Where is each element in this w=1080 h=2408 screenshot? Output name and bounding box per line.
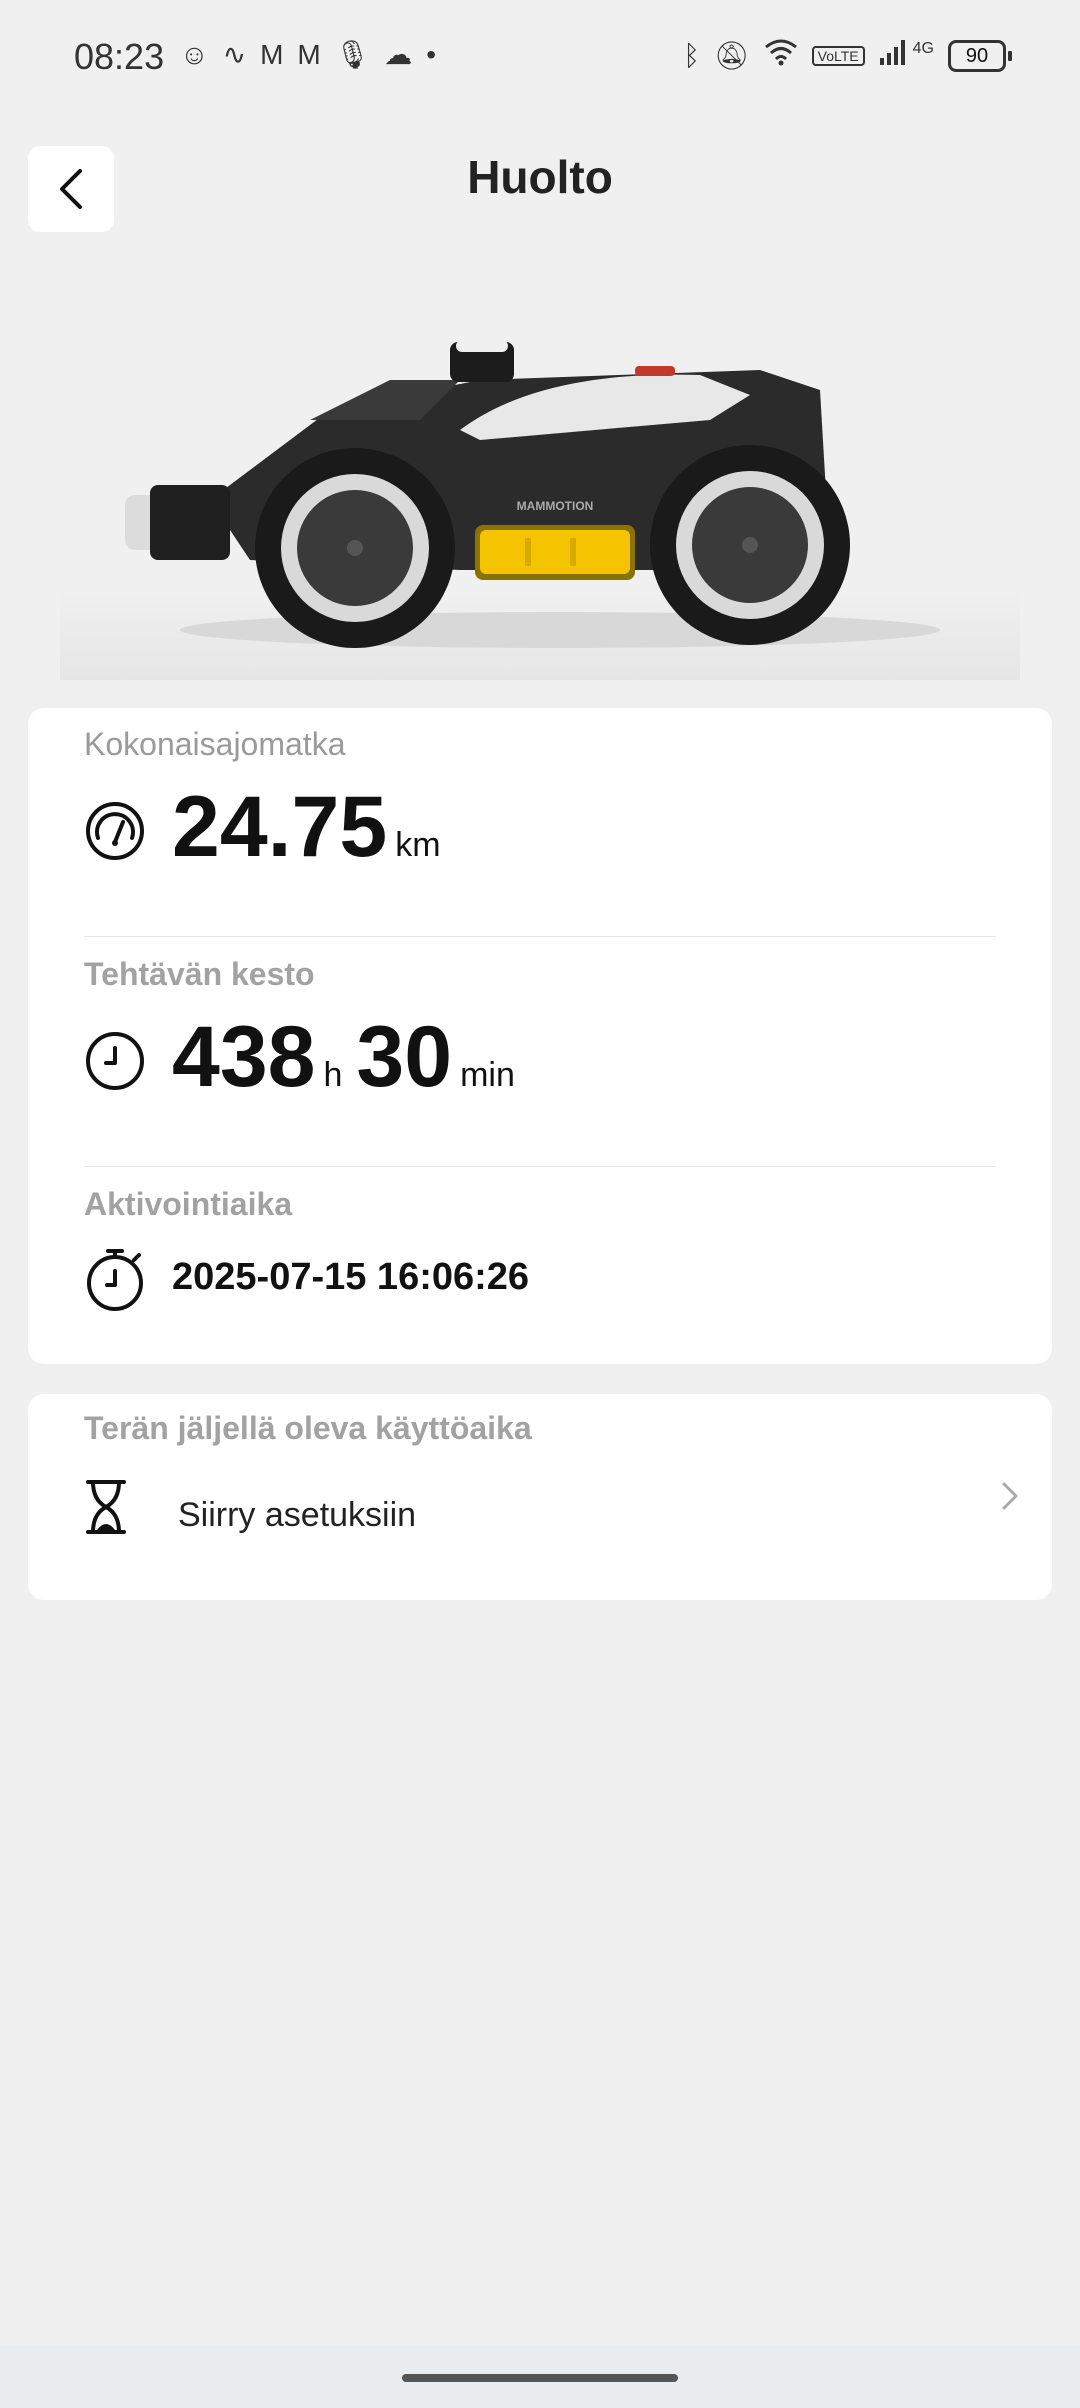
duration-row: 438 h 30 min	[172, 1008, 529, 1107]
status-time: 08:23	[74, 36, 165, 77]
wifi-icon	[764, 38, 798, 73]
dot-icon: •	[426, 39, 437, 70]
clock-icon	[84, 1030, 146, 1097]
blade-remaining-label: Terän jäljellä oleva käyttöaika	[84, 1410, 532, 1446]
notification-icons: ☺ ∿ M M 🎙︎ ☁ •	[180, 40, 436, 70]
distance-label: Kokonaisajomatka	[84, 726, 346, 762]
home-indicator[interactable]	[402, 2374, 678, 2382]
cloud-icon: ☁	[384, 39, 413, 70]
activation-value: 2025-07-15 16:06:26	[172, 1256, 530, 1298]
duration-hours: 438	[172, 1009, 316, 1105]
gmail-icon: M	[260, 39, 284, 70]
microphone-icon: 🎙︎	[334, 39, 371, 70]
speedometer-icon	[84, 800, 146, 867]
volte-icon: VoLTE	[811, 45, 865, 66]
activation-label: Aktivointiaika	[84, 1186, 293, 1222]
battery-level: 90	[948, 39, 1006, 72]
signal-icon	[879, 38, 909, 73]
duration-minutes: 30	[356, 1009, 453, 1105]
distance-row: 24.75 km	[172, 778, 455, 877]
stats-card: Kokonaisajomatka 24.75 km Tehtävän kesto…	[28, 708, 1052, 1364]
system-icons: ᛒ 🔕︎ VoLTE 4G 90	[683, 38, 1012, 73]
duration-hours-unit: h	[323, 1056, 343, 1094]
mammotion-notification-icon: ∿	[222, 39, 247, 70]
network-type: 4G	[912, 39, 934, 57]
page-title: Huolto	[467, 151, 613, 203]
duration-minutes-unit: min	[460, 1056, 515, 1094]
divider	[84, 936, 996, 937]
go-to-settings-link[interactable]: Siirry asetuksiin	[178, 1496, 416, 1535]
gmail-icon: M	[297, 39, 321, 70]
duration-label: Tehtävän kesto	[84, 956, 315, 992]
hourglass-icon	[84, 1478, 128, 1541]
mower-image: MAMMOTION	[60, 300, 1020, 680]
cat-notification-icon: ☺	[180, 39, 209, 70]
divider	[84, 1166, 996, 1167]
mower-brand-text: MAMMOTION	[517, 499, 594, 513]
mute-bell-icon: 🔕︎	[714, 40, 750, 71]
bluetooth-icon: ᛒ	[683, 39, 701, 71]
status-bar: 08:23 ☺ ∿ M M 🎙︎ ☁ • ᛒ 🔕︎ VoLTE 4G 90	[0, 0, 1080, 120]
battery-icon: 90	[948, 39, 1012, 72]
distance-value: 24.75	[172, 779, 388, 875]
blade-settings-card[interactable]: Terän jäljellä oleva käyttöaika Siirry a…	[28, 1394, 1052, 1600]
distance-unit: km	[395, 826, 441, 864]
chevron-right-icon	[1000, 1480, 1020, 1517]
stopwatch-icon	[84, 1246, 146, 1317]
